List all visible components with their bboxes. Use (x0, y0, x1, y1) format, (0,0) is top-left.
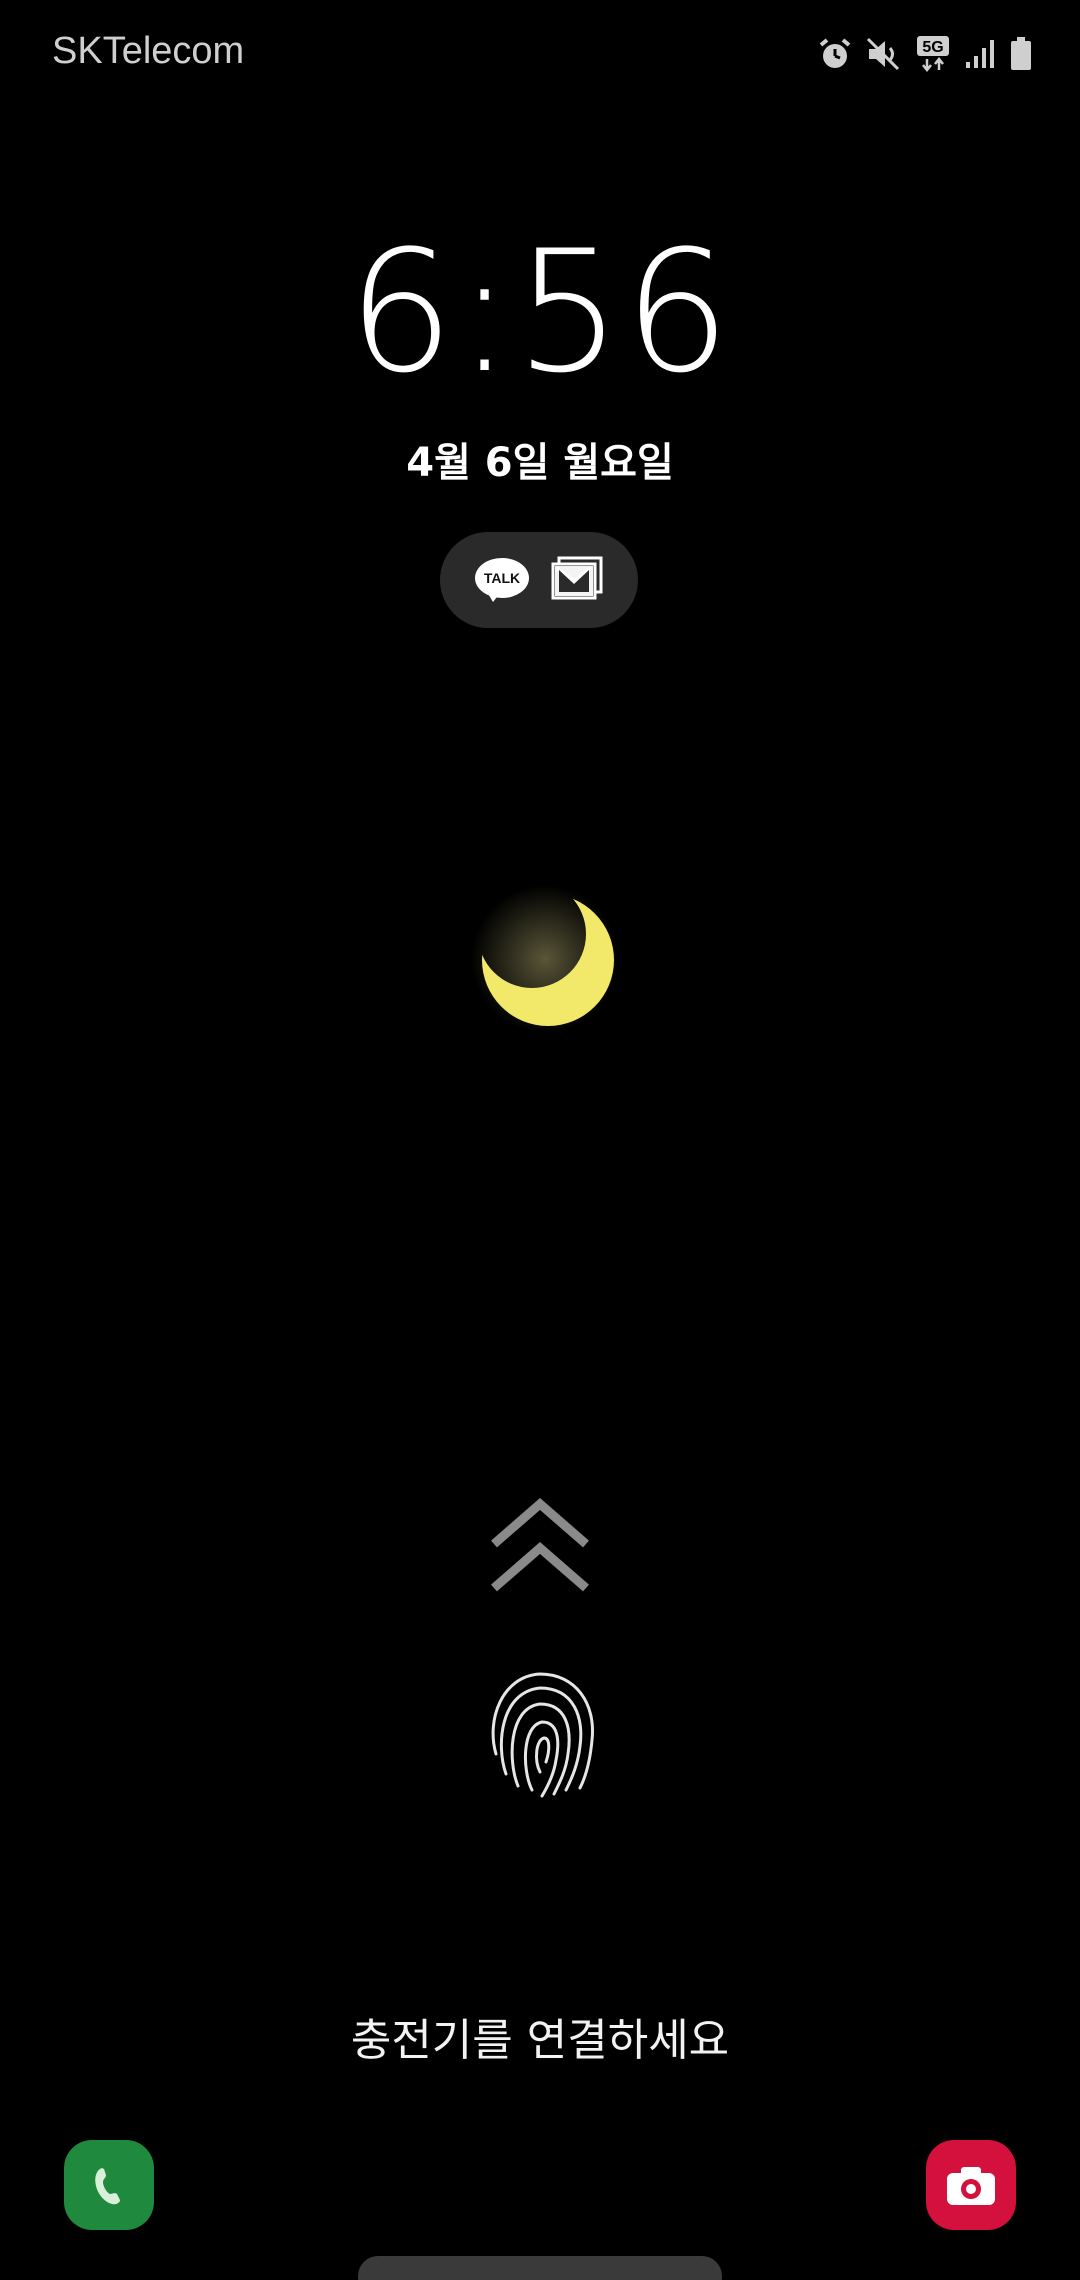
charger-message: 충전기를 연결하세요 (350, 2015, 730, 2066)
notification-icons[interactable]: TALK (440, 532, 638, 628)
kakaotalk-label: TALK (475, 558, 529, 598)
status-icons: 5G (818, 34, 1032, 74)
status-bar: SKTelecom 5G (0, 0, 1080, 110)
signal-icon (964, 38, 996, 70)
mute-icon (866, 37, 902, 71)
camera-shortcut-button[interactable] (926, 2140, 1016, 2230)
crescent-moon-wallpaper (471, 885, 619, 1033)
battery-icon (1010, 37, 1032, 71)
5g-icon: 5G (916, 35, 950, 73)
lock-date: 4월 6일 월요일 (406, 440, 674, 486)
phone-shortcut-button[interactable] (64, 2140, 154, 2230)
kakaotalk-icon: TALK (475, 558, 529, 602)
network-label: 5G (922, 39, 943, 56)
fingerprint-icon[interactable] (482, 1666, 598, 1800)
camera-icon (947, 2167, 995, 2205)
phone-icon (95, 2168, 120, 2205)
swipe-up-icon[interactable] (490, 1498, 590, 1594)
alarm-icon (818, 37, 852, 71)
mail-icon (551, 556, 603, 604)
lock-clock: 6:56 (347, 214, 733, 410)
carrier-name: SKTelecom (52, 30, 245, 72)
home-indicator[interactable] (358, 2256, 722, 2280)
